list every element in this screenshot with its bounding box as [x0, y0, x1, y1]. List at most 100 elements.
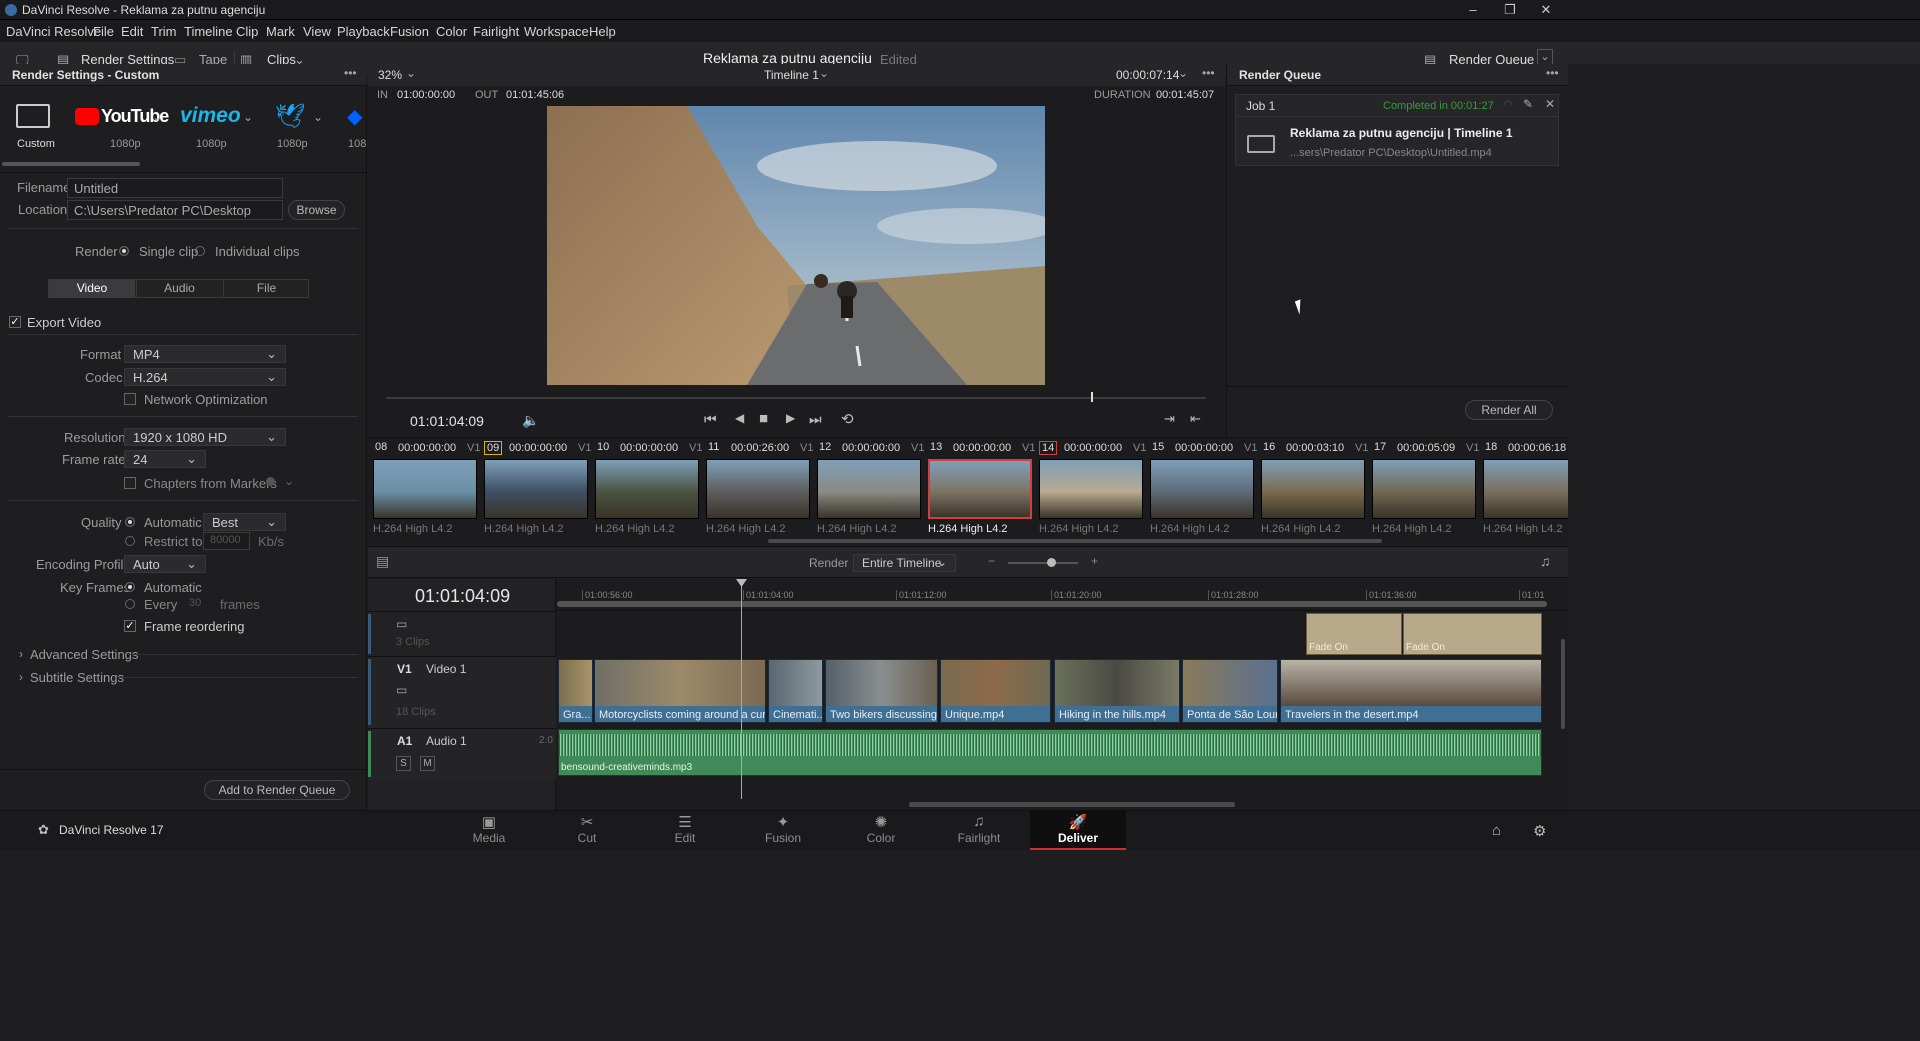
zoom-level[interactable]: 32% — [378, 68, 402, 82]
v1-clip[interactable]: Travelers in the desert.mp4 — [1280, 659, 1542, 723]
render-all-button[interactable]: Render All — [1465, 400, 1553, 420]
keyframes-every-input[interactable]: 30 — [189, 597, 201, 609]
more-options-icon[interactable]: ••• — [344, 66, 357, 80]
custom-preset-icon[interactable] — [16, 104, 50, 128]
next-clip-icon[interactable]: ⇥ — [1164, 411, 1175, 427]
presets-scrollbar[interactable] — [2, 162, 140, 166]
zoom-in-icon[interactable]: + — [1091, 554, 1098, 568]
restore-icon[interactable]: ❐ — [1492, 0, 1528, 20]
advanced-settings-toggle[interactable]: Advanced Settings — [30, 647, 138, 662]
timeline-view-icon[interactable]: ▤ — [376, 553, 389, 570]
prev-clip-icon[interactable]: ⇤ — [1190, 411, 1201, 427]
scrubber-playhead[interactable] — [1091, 392, 1094, 402]
render-job-card[interactable]: Job 1 Completed in 00:01:27 ◠ ✎ ✕ Reklam… — [1235, 94, 1559, 166]
export-video-checkbox[interactable]: ✓ — [9, 316, 21, 328]
last-frame-icon[interactable]: ⏭ — [809, 411, 822, 428]
menu-view[interactable]: View — [303, 24, 331, 39]
v2-clip-fade-1[interactable]: Fade On — [1306, 613, 1402, 655]
menu-fusion[interactable]: Fusion — [390, 24, 429, 39]
menu-file[interactable]: File — [93, 24, 114, 39]
v1-clip[interactable]: Two bikers discussing t... — [825, 659, 938, 723]
clip-thumbnail[interactable] — [1372, 459, 1476, 519]
delete-job-icon[interactable]: ✕ — [1545, 97, 1555, 111]
menu-playback[interactable]: Playback — [337, 24, 390, 39]
v1-clip[interactable]: Ponta de São Loure... — [1182, 659, 1278, 723]
clip-thumbnail[interactable] — [928, 459, 1032, 519]
page-deliver[interactable]: 🚀 Deliver — [1030, 810, 1126, 850]
menu-mark[interactable]: Mark — [266, 24, 295, 39]
keyframes-every-radio[interactable] — [125, 599, 135, 609]
dropbox-icon[interactable]: ◆ — [347, 106, 367, 128]
play-reverse-icon[interactable]: ◀ — [735, 411, 744, 425]
resolution-select[interactable]: 1920 x 1080 HD ⌄ — [124, 428, 286, 446]
page-cut[interactable]: ✂ Cut — [539, 810, 635, 850]
page-color[interactable]: ✺ Color — [833, 810, 929, 850]
stop-icon[interactable]: ■ — [759, 410, 768, 427]
keyframes-automatic-radio[interactable] — [125, 582, 135, 592]
menu-fairlight[interactable]: Fairlight — [473, 24, 519, 39]
video-preview[interactable] — [547, 106, 1045, 385]
chevron-down-icon[interactable]: ⌄ — [406, 66, 416, 80]
audio-meter-icon[interactable]: ♫ — [1540, 553, 1551, 569]
mute-button[interactable]: M — [420, 756, 435, 771]
clip-strip-scrollbar[interactable] — [768, 539, 1382, 543]
clip-thumbnail[interactable] — [1150, 459, 1254, 519]
a1-label[interactable]: A1 — [397, 734, 412, 748]
individual-clips-radio[interactable] — [195, 246, 205, 256]
clip-thumbnail[interactable] — [484, 459, 588, 519]
quality-automatic-radio[interactable] — [125, 517, 135, 527]
menu-timeline[interactable]: Timeline — [184, 24, 233, 39]
loop-icon[interactable]: ⟲ — [841, 410, 854, 428]
preset-vimeo[interactable]: vimeo — [180, 104, 241, 128]
chevron-down-icon[interactable]: ⌄ — [284, 474, 294, 488]
timeline-range-bar[interactable] — [557, 601, 1547, 607]
browse-button[interactable]: Browse — [288, 200, 345, 220]
network-optimization-checkbox[interactable] — [124, 393, 136, 405]
chevron-right-icon[interactable]: › — [19, 670, 23, 684]
codec-select[interactable]: H.264 ⌄ — [124, 368, 286, 386]
youtube-icon[interactable] — [75, 108, 99, 125]
page-fusion[interactable]: ✦ Fusion — [735, 810, 831, 850]
restrict-kbs-input[interactable]: 80000 — [203, 532, 250, 550]
page-fairlight[interactable]: ♫ Fairlight — [931, 810, 1027, 850]
tab-video[interactable]: Video — [49, 280, 135, 297]
menu-workspace[interactable]: Workspace — [524, 24, 589, 39]
v1-clip[interactable]: Cinemati... — [768, 659, 823, 723]
format-select[interactable]: MP4 ⌄ — [124, 345, 286, 363]
more-options-icon[interactable]: ••• — [1546, 66, 1559, 80]
v1-clip[interactable]: Gra... — [558, 659, 593, 723]
timeline-horizontal-scrollbar[interactable] — [909, 802, 1235, 807]
play-icon[interactable]: ▶ — [786, 411, 795, 425]
settings-gear-icon[interactable]: ⚙ — [1533, 822, 1546, 840]
zoom-slider-handle[interactable] — [1047, 558, 1056, 567]
track-view-icon[interactable]: ▭ — [396, 683, 407, 697]
timeline-playhead[interactable] — [741, 579, 742, 799]
clip-thumbnail[interactable] — [706, 459, 810, 519]
v1-clip[interactable]: Hiking in the hills.mp4 — [1054, 659, 1180, 723]
chevron-down-icon[interactable]: ⌄ — [819, 66, 829, 80]
a1-name[interactable]: Audio 1 — [426, 734, 467, 748]
menu-davinci[interactable]: DaVinci Resolve — [6, 24, 101, 39]
chevron-down-icon[interactable]: ⌄ — [243, 110, 253, 124]
clip-thumbnail[interactable] — [1261, 459, 1365, 519]
minimize-icon[interactable]: – — [1455, 0, 1491, 20]
zoom-out-icon[interactable]: − — [988, 554, 995, 568]
edit-job-icon[interactable]: ✎ — [1523, 97, 1533, 111]
chevron-down-icon[interactable]: ⌄ — [313, 110, 323, 124]
timeline-zoom-slider[interactable] — [1008, 562, 1078, 564]
quality-select[interactable]: Best ⌄ — [203, 513, 286, 531]
timeline-vertical-scrollbar[interactable] — [1561, 639, 1565, 729]
frame-reordering-checkbox[interactable]: ✓ — [124, 620, 136, 632]
track-view-icon[interactable]: ▭ — [396, 617, 407, 631]
panel-toggle-icon[interactable]: ⌄ — [1537, 49, 1553, 65]
preset-custom-label[interactable]: Custom — [17, 138, 55, 150]
menu-help[interactable]: Help — [589, 24, 616, 39]
v1-clip[interactable]: Unique.mp4 — [940, 659, 1051, 723]
twitter-icon[interactable]: 🕊 — [275, 104, 305, 130]
v1-name[interactable]: Video 1 — [426, 662, 466, 676]
first-frame-icon[interactable]: ⏮ — [704, 411, 717, 428]
clip-thumbnail[interactable] — [373, 459, 477, 519]
single-clip-radio[interactable] — [119, 246, 129, 256]
menu-trim[interactable]: Trim — [151, 24, 177, 39]
chapters-checkbox[interactable] — [124, 477, 136, 489]
